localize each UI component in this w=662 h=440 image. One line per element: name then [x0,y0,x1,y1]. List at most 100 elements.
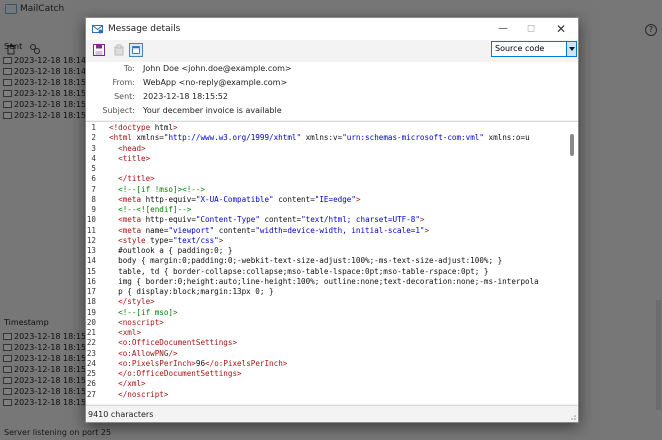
message-details-dialog: Message details — ◻ ✕ Source code To: Jo… [85,17,579,423]
code-line: 18 </style> [86,297,568,307]
code-text: <!doctype html> [109,123,178,132]
maximize-button[interactable]: ◻ [516,18,546,40]
minimize-button[interactable]: — [488,18,518,40]
code-line: 10 <meta http-equiv="Content-Type" conte… [86,215,568,225]
code-line: 19 <!--[if mso]> [86,308,568,318]
subject-label: Subject: [102,106,135,115]
code-text: <o:AllowPNG/> [118,348,178,358]
editor-scrollbar-thumb[interactable] [570,134,574,156]
code-line: 8 <meta http-equiv="X-UA-Compatible" con… [86,195,568,205]
line-number: 19 [86,307,96,317]
close-button[interactable]: ✕ [546,18,576,40]
code-text: table, td { border-collapse:collapse;mso… [109,266,489,276]
code-text: body { margin:0;padding:0;-webkit-text-s… [109,256,503,266]
code-line: 7 <!--[if !mso]><!--> [86,185,568,195]
code-text: <head> [118,143,146,153]
code-line: 4 <title> [86,154,568,164]
source-code-editor[interactable]: 1 <!doctype html> 2 <html xmlns="http://www… [86,121,578,404]
code-text: </noscript> [118,389,169,399]
line-number: 12 [86,235,96,245]
line-number: 18 [86,297,96,307]
line-number: 2 [91,133,96,143]
character-count: 9410 characters [88,410,154,419]
line-number: 14 [86,256,96,266]
save-icon[interactable] [92,43,106,57]
code-text: <xml> [118,328,142,337]
line-number: 21 [86,328,96,337]
code-line: 2 <html xmlns="http://www.w3.org/1999/xht… [86,133,568,143]
line-number: 1 [91,123,96,132]
from-value: WebApp <no-reply@example.com> [143,78,288,87]
from-label: From: [112,78,135,87]
code-text: <meta http-equiv="X-UA-Compatible" conte… [118,194,361,204]
open-window-icon[interactable] [129,43,143,57]
line-number: 7 [91,184,96,194]
view-mode-value: Source code [495,44,545,53]
code-line: 25 </o:OfficeDocumentSettings> [86,369,568,379]
line-number: 15 [86,266,96,276]
from-row: From: WebApp <no-reply@example.com> [86,77,578,89]
code-line: 9 <!--<![endif]--> [86,205,568,215]
code-text: <title> [118,153,151,163]
code-line: 20 <noscript> [86,318,568,328]
line-number: 5 [91,164,96,173]
line-number: 11 [86,225,96,235]
line-number: 13 [86,246,96,255]
line-number: 3 [91,143,96,153]
resize-grip-icon[interactable] [568,412,576,420]
code-text: </style> [118,297,155,307]
envelope-icon [92,25,103,34]
line-number: 16 [86,276,96,286]
code-line: 22 <o:OfficeDocumentSettings> [86,338,568,348]
line-number: 17 [86,287,96,296]
code-text: <!--[if mso]> [109,307,178,317]
to-value: John Doe <john.doe@example.com> [143,64,292,73]
code-text: #outlook a { padding:0; } [109,246,233,255]
code-text: <meta http-equiv="Content-Type" content=… [118,215,425,225]
dialog-title: Message details [108,24,181,34]
line-number: 27 [86,389,96,399]
dialog-status-bar: 9410 characters [86,405,578,422]
line-number: 22 [86,338,96,348]
code-line: 13 #outlook a { padding:0; } [86,246,568,256]
code-text: </o:OfficeDocumentSettings> [118,369,242,378]
dialog-titlebar: Message details — ◻ ✕ [86,18,578,40]
code-line: 6 </title> [86,174,568,184]
code-line: 15 table, td { border-collapse:collapse;… [86,267,568,277]
code-text: <o:PixelsPerInch>96</o:PixelsPerInch> [118,358,288,368]
code-text: img { border:0;height:auto;line-height:1… [109,276,539,286]
code-line: 24 <o:PixelsPerInch>96</o:PixelsPerInch> [86,359,568,369]
code-line: 11 <meta name="viewport" content="width=… [86,226,568,236]
code-line: 21 <xml> [86,328,568,338]
code-line: 12 <style type="text/css"> [86,236,568,246]
sent-row: Sent: 2023-12-18 18:15:52 [86,91,578,103]
code-line: 23 <o:AllowPNG/> [86,349,568,359]
code-text: </title> [118,174,155,184]
code-lines: 1 <!doctype html> 2 <html xmlns="http://www… [86,123,568,400]
subject-row: Subject: Your december invoice is availa… [86,105,578,117]
view-mode-select[interactable]: Source code [491,41,577,57]
line-number: 26 [86,379,96,389]
code-text: <!--[if !mso]><!--> [109,184,206,194]
message-header-fields: To: John Doe <john.doe@example.com> From… [86,62,578,120]
line-number: 23 [86,348,96,358]
line-number: 6 [91,174,96,184]
code-line: 3 <head> [86,144,568,154]
chevron-down-icon[interactable] [566,42,576,56]
to-row: To: John Doe <john.doe@example.com> [86,63,578,75]
code-line: 17 p { display:block;margin:13px 0; } [86,287,568,297]
code-text: <noscript> [118,317,164,327]
code-line: 26 </xml> [86,379,568,389]
line-number: 9 [91,205,96,214]
code-text: <style type="text/css"> [118,235,224,245]
line-number: 10 [86,215,96,225]
line-number: 4 [91,153,96,163]
code-text: <meta name="viewport" content="width=dev… [118,225,430,235]
code-line: 14 body { margin:0;padding:0;-webkit-tex… [86,256,568,266]
code-line: 16 img { border:0;height:auto;line-heigh… [86,277,568,287]
line-number: 20 [86,317,96,327]
sent-value: 2023-12-18 18:15:52 [143,92,228,101]
attachment-icon[interactable] [112,43,126,57]
sent-label: Sent: [114,92,135,101]
line-number: 25 [86,369,96,378]
